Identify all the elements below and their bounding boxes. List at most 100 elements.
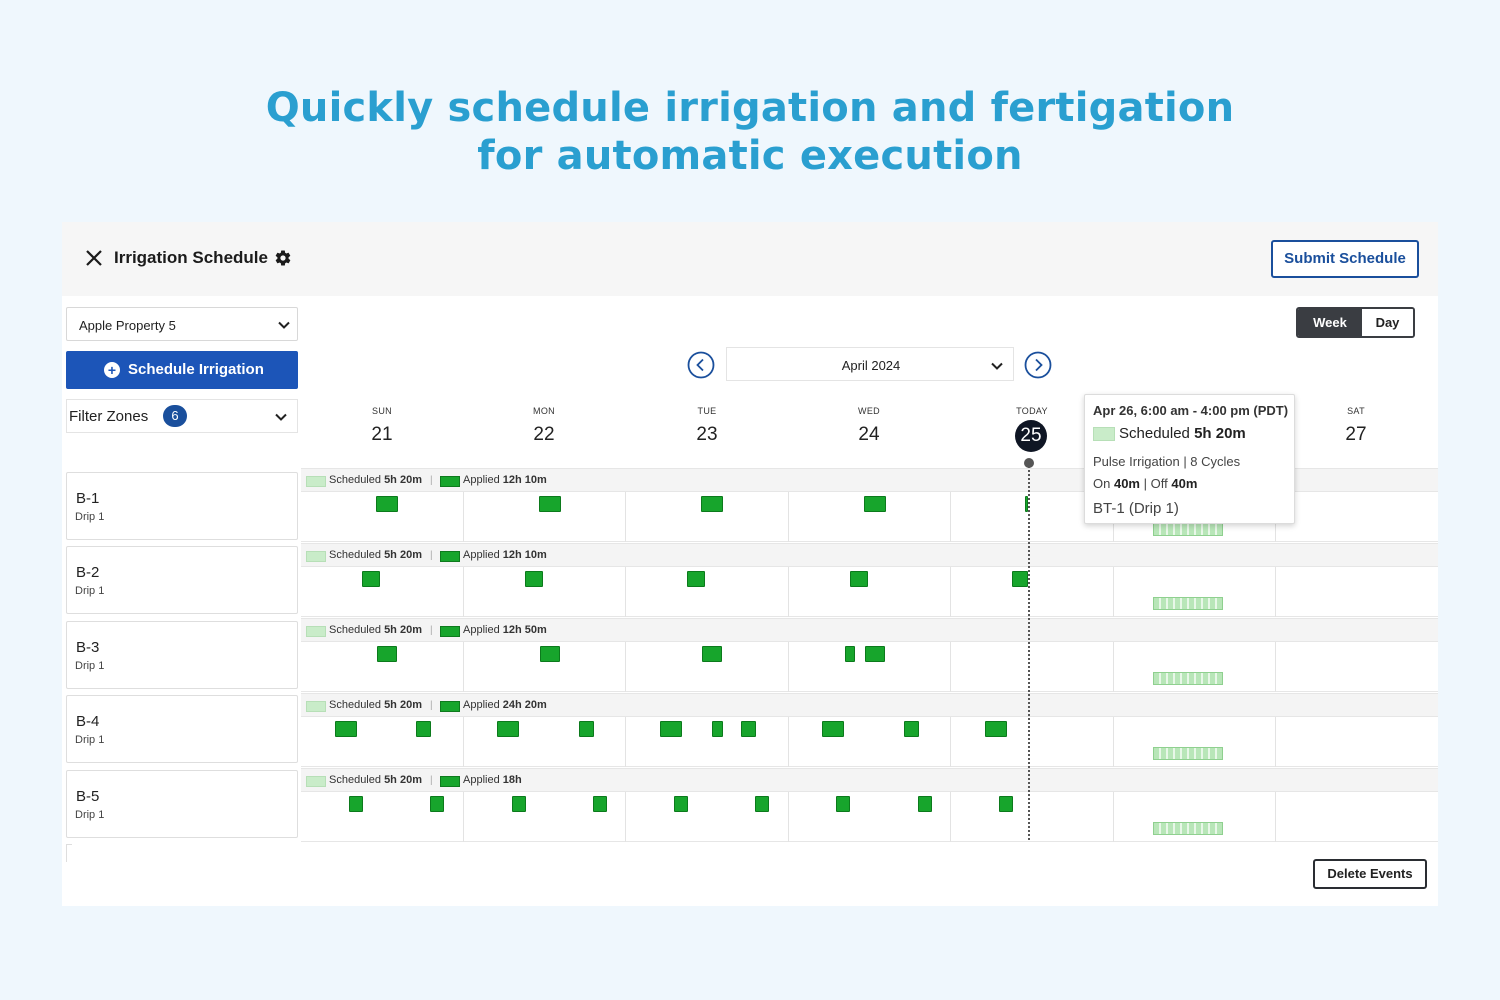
gear-icon[interactable] bbox=[274, 249, 292, 267]
zone-row-b-3: Scheduled 5h 20m | Applied 12h 50m bbox=[301, 618, 1438, 693]
scheduled-pulse-event[interactable] bbox=[1153, 747, 1223, 760]
top-bar: Irrigation Schedule Submit Schedule bbox=[62, 222, 1438, 296]
filter-zones-select[interactable]: Filter Zones 6 bbox=[66, 399, 298, 433]
applied-summary: Applied 12h 50m bbox=[463, 624, 547, 636]
zone-row-b-5: Scheduled 5h 20m | Applied 18h bbox=[301, 768, 1438, 843]
day-date: 23 bbox=[696, 424, 718, 445]
applied-event[interactable] bbox=[985, 721, 1007, 737]
today-date-badge: 25 bbox=[1015, 420, 1047, 452]
applied-event[interactable] bbox=[497, 721, 519, 737]
applied-swatch bbox=[440, 476, 460, 487]
applied-event[interactable] bbox=[416, 721, 431, 737]
view-toggle: Week Day bbox=[1296, 307, 1415, 338]
applied-swatch bbox=[440, 551, 460, 562]
applied-event[interactable] bbox=[512, 796, 526, 812]
week-view-button[interactable]: Week bbox=[1298, 309, 1362, 336]
zone-name: B-3 bbox=[76, 639, 100, 656]
applied-event[interactable] bbox=[525, 571, 543, 587]
page-title: Irrigation Schedule bbox=[114, 248, 268, 267]
applied-event[interactable] bbox=[376, 496, 398, 512]
applied-summary: Applied 12h 10m bbox=[463, 474, 547, 486]
day-date: 24 bbox=[858, 424, 880, 445]
applied-event[interactable] bbox=[335, 721, 357, 737]
day-date: 21 bbox=[371, 424, 393, 445]
scheduled-swatch bbox=[306, 776, 326, 787]
day-header-sat[interactable]: SAT 27 bbox=[1275, 406, 1437, 446]
legend-separator: | bbox=[430, 475, 433, 486]
zone-name: B-4 bbox=[76, 713, 100, 730]
submit-schedule-button[interactable]: Submit Schedule bbox=[1271, 240, 1419, 278]
applied-event[interactable] bbox=[1012, 571, 1028, 587]
day-name: WED bbox=[858, 406, 880, 416]
zone-type: Drip 1 bbox=[75, 809, 105, 821]
row-summary-bar: Scheduled 5h 20m | Applied 12h 50m bbox=[301, 618, 1438, 642]
applied-swatch bbox=[440, 776, 460, 787]
applied-swatch bbox=[440, 701, 460, 712]
plus-icon: + bbox=[104, 362, 120, 378]
scheduled-pulse-event[interactable] bbox=[1153, 523, 1223, 536]
day-header-wed[interactable]: WED 24 bbox=[788, 406, 950, 446]
scheduled-pulse-event[interactable] bbox=[1153, 597, 1223, 610]
applied-event[interactable] bbox=[430, 796, 444, 812]
zone-type: Drip 1 bbox=[75, 585, 105, 597]
applied-event[interactable] bbox=[712, 721, 723, 737]
row-summary-bar: Scheduled 5h 20m | Applied 24h 20m bbox=[301, 693, 1438, 717]
day-view-button[interactable]: Day bbox=[1362, 309, 1413, 336]
day-header-sun[interactable]: SUN 21 bbox=[301, 406, 463, 446]
property-select[interactable]: Apple Property 5 bbox=[66, 307, 298, 341]
zone-card-b-1[interactable]: B-1 Drip 1 bbox=[66, 472, 298, 540]
month-select[interactable]: April 2024 bbox=[726, 347, 1014, 381]
applied-event[interactable] bbox=[755, 796, 769, 812]
applied-event[interactable] bbox=[593, 796, 607, 812]
applied-event[interactable] bbox=[377, 646, 397, 662]
day-name: MON bbox=[533, 406, 555, 416]
applied-event[interactable] bbox=[741, 721, 756, 737]
tooltip-scheduled: Scheduled 5h 20m bbox=[1119, 425, 1246, 442]
applied-event[interactable] bbox=[362, 571, 380, 587]
applied-event[interactable] bbox=[999, 796, 1013, 812]
filter-zones-label: Filter Zones bbox=[69, 408, 149, 425]
schedule-irrigation-button[interactable]: + Schedule Irrigation bbox=[66, 351, 298, 389]
zone-card-b-5[interactable]: B-5 Drip 1 bbox=[66, 770, 298, 838]
chevron-down-icon bbox=[991, 362, 1003, 370]
applied-event[interactable] bbox=[864, 496, 886, 512]
zone-card-b-4[interactable]: B-4 Drip 1 bbox=[66, 695, 298, 763]
applied-event[interactable] bbox=[349, 796, 363, 812]
applied-event[interactable] bbox=[845, 646, 855, 662]
applied-event[interactable] bbox=[865, 646, 885, 662]
scheduled-summary: Scheduled 5h 20m bbox=[329, 624, 422, 636]
applied-event[interactable] bbox=[579, 721, 594, 737]
next-month-icon[interactable] bbox=[1024, 351, 1052, 379]
scheduled-summary: Scheduled 5h 20m bbox=[329, 774, 422, 786]
row-cells bbox=[301, 792, 1438, 842]
applied-event[interactable] bbox=[904, 721, 919, 737]
previous-month-icon[interactable] bbox=[687, 351, 715, 379]
close-icon[interactable] bbox=[84, 248, 104, 268]
applied-event[interactable] bbox=[850, 571, 868, 587]
applied-event[interactable] bbox=[822, 721, 844, 737]
zone-card-b-2[interactable]: B-2 Drip 1 bbox=[66, 546, 298, 614]
scheduled-pulse-event[interactable] bbox=[1153, 822, 1223, 835]
day-header-mon[interactable]: MON 22 bbox=[463, 406, 625, 446]
applied-event[interactable] bbox=[702, 646, 722, 662]
applied-event[interactable] bbox=[674, 796, 688, 812]
tooltip-on-off: On 40m | Off 40m bbox=[1093, 476, 1198, 491]
scheduled-pulse-event[interactable] bbox=[1153, 672, 1223, 685]
day-header-tue[interactable]: TUE 23 bbox=[626, 406, 788, 446]
applied-event[interactable] bbox=[687, 571, 705, 587]
applied-event[interactable] bbox=[540, 646, 560, 662]
applied-event[interactable] bbox=[539, 496, 561, 512]
applied-summary: Applied 18h bbox=[463, 774, 522, 786]
applied-event[interactable] bbox=[660, 721, 682, 737]
applied-event[interactable] bbox=[701, 496, 723, 512]
delete-events-button[interactable]: Delete Events bbox=[1313, 859, 1427, 889]
applied-event[interactable] bbox=[918, 796, 932, 812]
scheduled-swatch bbox=[306, 701, 326, 712]
scheduled-swatch bbox=[306, 551, 326, 562]
irrigation-app: Irrigation Schedule Submit Schedule Appl… bbox=[62, 222, 1438, 906]
applied-swatch bbox=[440, 626, 460, 637]
headline-line-2: for automatic execution bbox=[477, 133, 1023, 179]
applied-event[interactable] bbox=[836, 796, 850, 812]
zone-card-b-3[interactable]: B-3 Drip 1 bbox=[66, 621, 298, 689]
applied-summary: Applied 24h 20m bbox=[463, 699, 547, 711]
